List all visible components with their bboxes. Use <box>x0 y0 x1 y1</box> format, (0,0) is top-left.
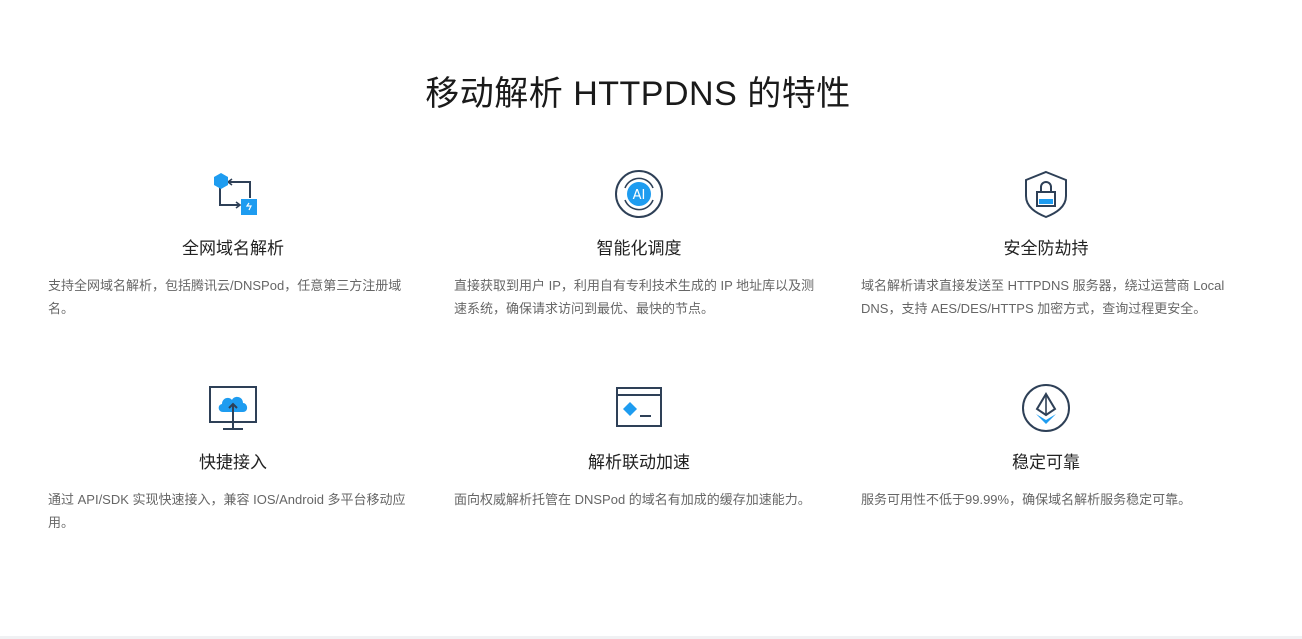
feature-description: 面向权威解析托管在 DNSPod 的域名有加成的缓存加速能力。 <box>454 492 811 507</box>
feature-title: 智能化调度 <box>596 239 682 258</box>
feature-title: 全网域名解析 <box>182 239 284 258</box>
feature-title: 安全防劫持 <box>1003 239 1089 258</box>
domain-sync-icon <box>214 173 257 215</box>
section-title: 移动解析 HTTPDNS 的特性 <box>425 75 851 113</box>
stable-layers-icon <box>1022 384 1070 432</box>
feature-quick-access: 快捷接入 通过 API/SDK 实现快速接入，兼容 IOS/Android 多平… <box>48 382 418 534</box>
shield-lock-icon <box>1025 170 1067 219</box>
svg-text:AI: AI <box>633 188 646 203</box>
feature-title: 稳定可靠 <box>1012 453 1080 472</box>
feature-description: 直接获取到用户 IP，利用自有专利技术生成的 IP 地址库以及测速系统，确保请求… <box>454 278 815 316</box>
terminal-window-icon <box>616 387 662 427</box>
feature-anti-hijack: 安全防劫持 域名解析请求直接发送至 HTTPDNS 服务器，绕过运营商 Loca… <box>861 168 1231 320</box>
ai-icon: AI <box>615 170 663 218</box>
feature-domain-resolution: 全网域名解析 支持全网域名解析，包括腾讯云/DNSPod，任意第三方注册域名。 <box>48 168 418 320</box>
feature-description: 服务可用性不低于99.99%，确保域名解析服务稳定可靠。 <box>861 492 1192 507</box>
feature-title: 解析联动加速 <box>588 453 690 472</box>
feature-smart-scheduling: AI 智能化调度 直接获取到用户 IP，利用自有专利技术生成的 IP 地址库以及… <box>454 168 824 320</box>
feature-stable-reliable: 稳定可靠 服务可用性不低于99.99%，确保域名解析服务稳定可靠。 <box>861 382 1231 511</box>
feature-title: 快捷接入 <box>199 453 267 472</box>
cloud-upload-monitor-icon <box>209 386 257 430</box>
feature-linked-acceleration: 解析联动加速 面向权威解析托管在 DNSPod 的域名有加成的缓存加速能力。 <box>454 382 824 511</box>
feature-description: 通过 API/SDK 实现快速接入，兼容 IOS/Android 多平台移动应用… <box>48 492 406 530</box>
feature-description: 支持全网域名解析，包括腾讯云/DNSPod，任意第三方注册域名。 <box>48 278 402 316</box>
feature-description: 域名解析请求直接发送至 HTTPDNS 服务器，绕过运营商 Local DNS，… <box>861 278 1225 316</box>
